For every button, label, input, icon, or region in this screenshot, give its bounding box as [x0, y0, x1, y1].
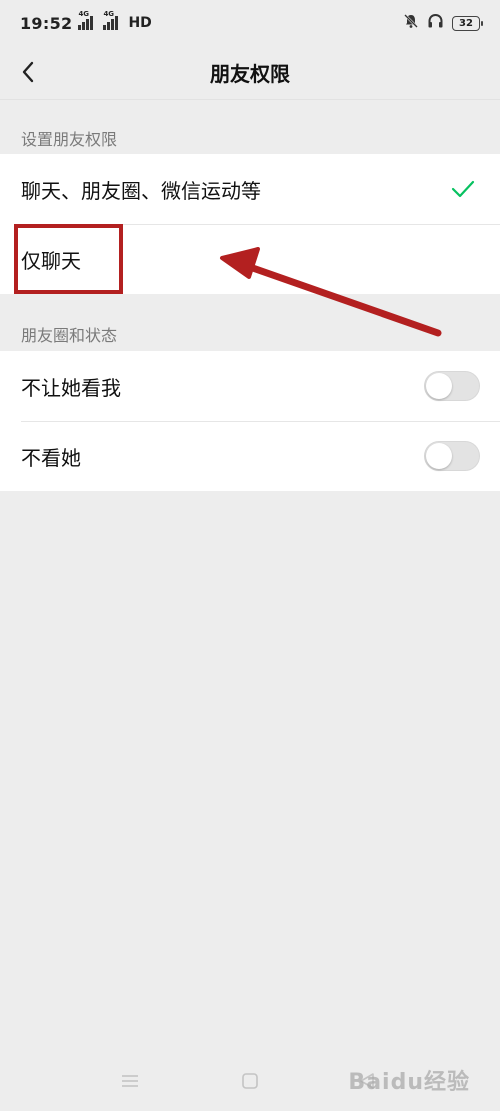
headset-icon: [427, 13, 444, 33]
bell-off-icon: [403, 13, 419, 33]
home-button[interactable]: [239, 1070, 261, 1092]
status-right: 32: [403, 13, 483, 33]
status-left: 19:52 4G 4G HD: [20, 10, 152, 33]
switch-knob: [426, 373, 452, 399]
annotation-highlight-box: [14, 224, 123, 294]
status-time: 19:52: [20, 13, 73, 33]
battery-indicator: 32: [452, 15, 483, 31]
status-bar: 19:52 4G 4G HD 32: [0, 0, 500, 46]
section-label-moments: 朋友圈和状态: [21, 326, 118, 345]
toggle-row-hide-my-moments: 不让她看我: [0, 351, 500, 421]
switch-knob: [426, 443, 452, 469]
hide-her-moments-switch[interactable]: [424, 441, 480, 471]
home-icon: [242, 1073, 258, 1089]
chevron-left-icon: [22, 61, 34, 83]
menu-button[interactable]: [119, 1070, 141, 1092]
signal-icon: 4G: [103, 10, 122, 30]
screen: 19:52 4G 4G HD 32 朋友权限 设置朋友权限 聊天、朋友圈、微信运…: [0, 0, 500, 1111]
page-title: 朋友权限: [210, 62, 290, 86]
nav-bar: 朋友权限: [0, 46, 500, 100]
option-label: 聊天、朋友圈、微信运动等: [21, 178, 261, 203]
watermark: Baidu经验: [348, 1070, 470, 1095]
toggle-label: 不看她: [21, 445, 81, 470]
network-label: HD: [128, 15, 152, 31]
check-icon: [451, 180, 475, 198]
toggle-label: 不让她看我: [21, 375, 121, 400]
option-chat-moments-werun[interactable]: 聊天、朋友圈、微信运动等: [0, 154, 500, 224]
moments-toggles-list: 不让她看我 不看她: [0, 351, 500, 491]
back-button[interactable]: [10, 54, 46, 90]
toggle-row-hide-her-moments: 不看她: [0, 421, 500, 491]
hide-my-moments-switch[interactable]: [424, 371, 480, 401]
menu-icon: [122, 1075, 138, 1087]
section-label-permissions: 设置朋友权限: [21, 130, 118, 149]
signal-icon: 4G: [78, 10, 97, 30]
